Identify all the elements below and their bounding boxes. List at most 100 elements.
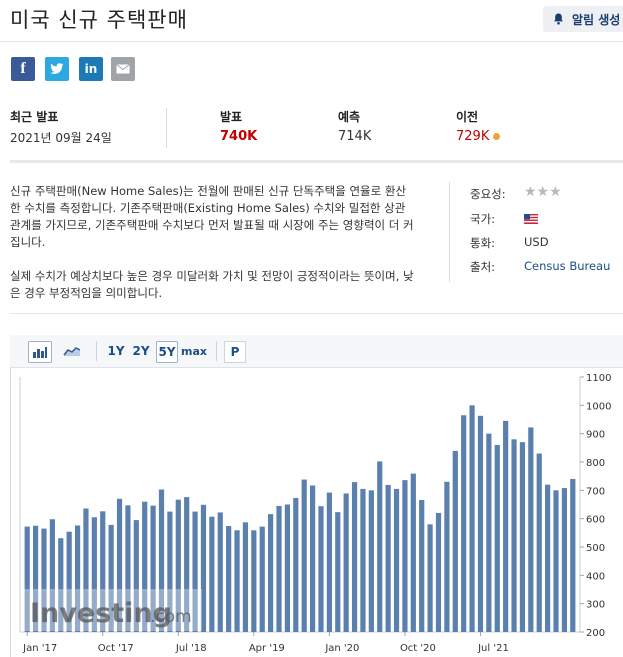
chart-bar[interactable] xyxy=(427,524,433,632)
chart-bar[interactable] xyxy=(553,490,559,632)
y-tick-label: 700 xyxy=(586,486,605,497)
chart-bar[interactable] xyxy=(494,445,500,632)
chart-bar[interactable] xyxy=(561,488,568,632)
chart-bar[interactable] xyxy=(259,526,265,632)
source-link[interactable]: Census Bureau xyxy=(524,259,610,273)
chart-bar[interactable] xyxy=(402,480,408,632)
area-chart-button[interactable] xyxy=(60,341,84,361)
period-button[interactable]: P xyxy=(224,341,246,363)
linkedin-share-button[interactable]: in xyxy=(79,57,103,81)
chart-bar[interactable] xyxy=(242,522,249,632)
latest-value: 2021년 09월 24일 xyxy=(10,131,112,145)
importance-stars-icon: ★★★ xyxy=(524,184,562,200)
envelope-icon xyxy=(116,64,130,74)
stat-forecast: 예측 714K xyxy=(338,108,371,144)
bar-chart-button[interactable] xyxy=(28,341,52,363)
twitter-icon xyxy=(50,63,64,74)
chart-bar[interactable] xyxy=(360,488,366,632)
latest-label: 최근 발표 xyxy=(10,110,59,124)
chart-bar[interactable] xyxy=(486,433,492,632)
chart-bar[interactable] xyxy=(469,405,475,632)
forecast-value: 714K xyxy=(338,129,372,144)
x-tick-label: Jan '20 xyxy=(324,643,359,654)
stats-row: 최근 발표 2021년 09월 24일 발표 740K 예측 714K 이전 7… xyxy=(10,108,623,150)
previous-value-row: 729K xyxy=(456,129,501,144)
range-5y-button[interactable]: 5Y xyxy=(156,341,178,363)
y-tick-label: 400 xyxy=(586,571,605,582)
y-tick-label: 900 xyxy=(586,430,605,441)
x-tick-label: Oct '20 xyxy=(400,643,436,654)
chart-bar[interactable] xyxy=(410,473,416,632)
chart-bar[interactable] xyxy=(293,497,299,632)
email-share-button[interactable] xyxy=(111,57,135,81)
y-tick-label: 600 xyxy=(586,515,605,526)
currency-row: 통화: USD xyxy=(470,235,620,251)
chart-bar[interactable] xyxy=(368,490,374,632)
twitter-share-button[interactable] xyxy=(45,57,69,81)
y-tick-label: 1100 xyxy=(586,373,611,384)
y-tick-label: 1000 xyxy=(586,401,611,412)
stat-actual: 발표 740K xyxy=(220,108,257,144)
description: 신규 주택판매(New Home Sales)는 전월에 판매된 신규 단독주택… xyxy=(10,183,415,319)
chart-bar[interactable] xyxy=(503,420,509,632)
chart-bar[interactable] xyxy=(309,485,316,632)
chart-bar[interactable] xyxy=(477,415,484,632)
investing-watermark: Investing.com xyxy=(22,589,202,631)
source-row: 출처: Census Bureau xyxy=(470,259,620,275)
previous-label: 이전 xyxy=(456,110,479,124)
actual-label: 발표 xyxy=(220,110,243,124)
chart-bar[interactable] xyxy=(284,504,291,633)
new-home-sales-chart: Investing.com 200 300 400 500 600 700 800 900 10… xyxy=(19,373,611,654)
actual-value: 740K xyxy=(220,129,258,144)
chart-bar[interactable] xyxy=(343,493,349,632)
create-alert-button[interactable]: 알림 생성 xyxy=(543,6,623,32)
x-tick-label: Jul '18 xyxy=(175,643,207,654)
range-2y-button[interactable]: 2Y xyxy=(131,341,151,361)
x-tick-label: Jul '21 xyxy=(477,643,509,654)
page-title: 미국 신규 주택판매 xyxy=(10,8,188,32)
source-label: 출처: xyxy=(470,260,496,274)
previous-value: 729K xyxy=(456,129,490,144)
chart-bar[interactable] xyxy=(461,415,467,632)
area-chart-icon xyxy=(63,347,81,356)
bell-icon xyxy=(554,13,563,25)
chart-bar[interactable] xyxy=(209,516,215,632)
chart-bar[interactable] xyxy=(452,450,458,632)
chart-toolbar: 1Y 2Y 5Y max P xyxy=(10,335,623,368)
chart-bar[interactable] xyxy=(377,461,383,632)
forecast-label: 예측 xyxy=(338,110,361,124)
chart-bar[interactable] xyxy=(301,479,307,632)
x-tick-label: Jan '17 xyxy=(22,643,57,654)
chart-bar[interactable] xyxy=(318,506,324,632)
chart-bar[interactable] xyxy=(251,530,257,632)
description-paragraph-2: 실제 수치가 예상치보다 높은 경우 미달러화 가치 및 전망이 긍정적이라는 … xyxy=(10,269,414,300)
chart-bar[interactable] xyxy=(419,499,425,632)
chart-bar[interactable] xyxy=(268,514,274,632)
facebook-share-button[interactable]: f xyxy=(11,57,35,81)
chart-bar[interactable] xyxy=(234,530,240,632)
chart-bar[interactable] xyxy=(385,484,391,632)
chart-bar[interactable] xyxy=(435,513,442,632)
chart-bar[interactable] xyxy=(536,453,542,633)
country-label: 국가: xyxy=(470,212,496,226)
range-max-button[interactable]: max xyxy=(181,341,207,361)
chart-bar[interactable] xyxy=(570,479,576,632)
chart-bar[interactable] xyxy=(393,488,400,632)
chart-bar[interactable] xyxy=(217,512,223,632)
chart-bar[interactable] xyxy=(335,512,341,632)
us-flag-icon xyxy=(524,213,538,227)
chart-bar[interactable] xyxy=(226,526,232,632)
revision-dot-icon xyxy=(493,133,501,140)
chart-bar[interactable] xyxy=(351,482,358,632)
chart-bar[interactable] xyxy=(326,492,332,632)
x-tick-label: Oct '17 xyxy=(98,643,134,654)
chart-bar[interactable] xyxy=(545,484,551,632)
chart-bar[interactable] xyxy=(519,442,526,632)
chart-bar[interactable] xyxy=(528,427,534,632)
y-tick-label: 300 xyxy=(586,600,605,611)
chart-bar[interactable] xyxy=(276,505,282,632)
chart-bar[interactable] xyxy=(444,481,450,632)
stat-latest: 최근 발표 2021년 09월 24일 xyxy=(10,108,112,146)
range-1y-button[interactable]: 1Y xyxy=(106,341,126,361)
chart-bar[interactable] xyxy=(511,439,517,632)
